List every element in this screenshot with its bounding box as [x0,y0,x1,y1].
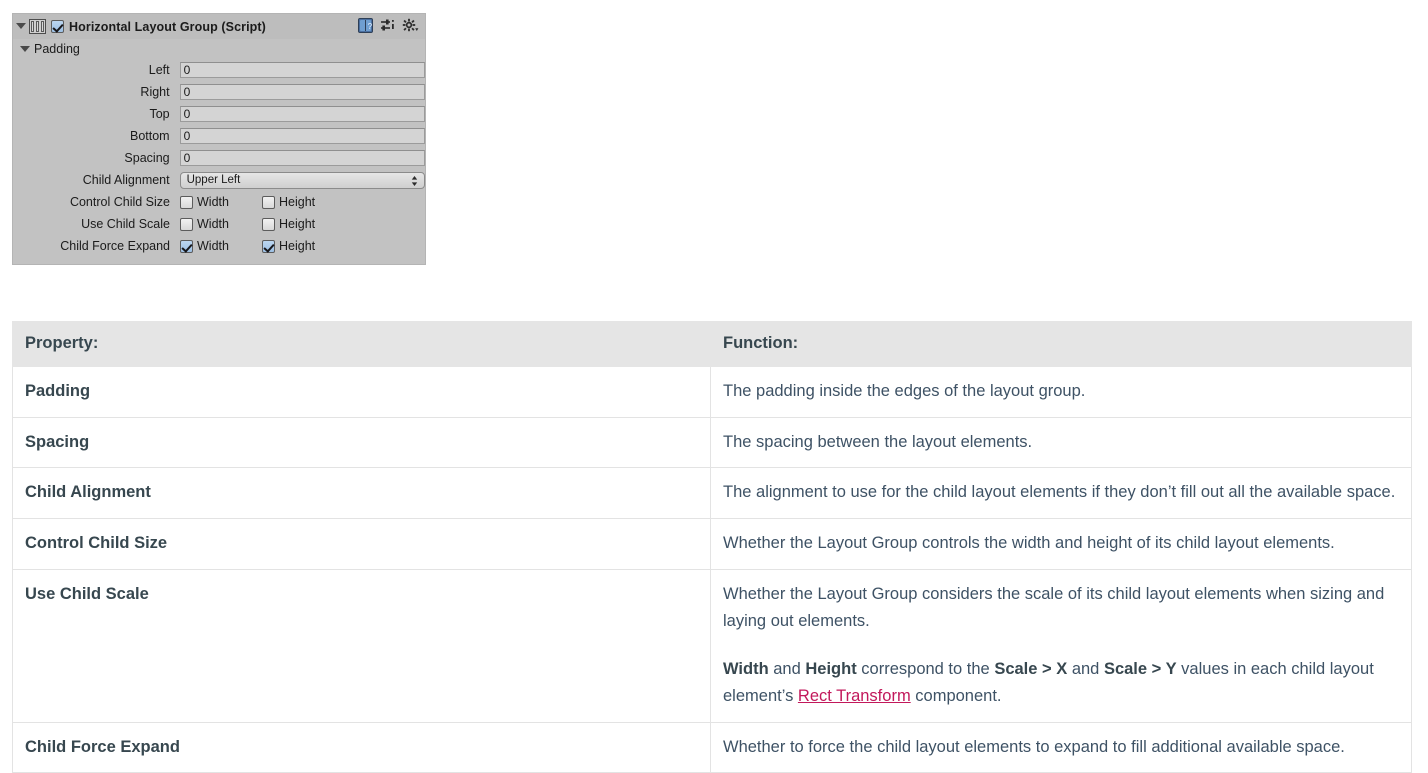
padding-left-input[interactable]: 0 [179,62,425,78]
child-force-expand-row: Child Force Expand Width Height [13,235,425,257]
svg-text:?: ? [368,22,373,31]
child-force-expand-width-toggle[interactable]: Width [180,239,262,253]
control-child-size-height-toggle[interactable]: Height [262,195,315,209]
child-alignment-label: Child Alignment [82,173,170,187]
row-function: The alignment to use for the child layou… [710,467,1412,520]
row-function: Whether to force the child layout elemen… [710,721,1412,773]
control-child-size-label: Control Child Size [69,195,170,209]
row-function: The spacing between the layout elements. [710,416,1412,469]
padding-left-row: Left 0 [13,59,425,81]
table-row: Control Child Size Whether the Layout Gr… [12,518,1412,570]
table-header-row: Property: Function: [12,321,1412,367]
preset-sliders-icon[interactable] [380,18,395,33]
checkbox-label: Width [197,239,229,253]
padding-left-label: Left [148,63,170,77]
component-header[interactable]: Horizontal Layout Group (Script) ? [13,14,425,39]
child-alignment-value: Upper Left [186,173,241,186]
table-row: Use Child Scale Whether the Layout Group… [12,568,1412,723]
header-icon-group: ? [358,18,419,33]
padding-bottom-label: Bottom [130,129,170,143]
bold-scale-y: Scale > Y [1103,660,1177,679]
updown-arrows-icon [411,175,418,186]
checkbox-label: Width [197,195,229,209]
header-function: Function: [710,321,1412,367]
text-component: component. [910,687,1002,706]
row-property: Child Alignment [12,467,711,520]
help-book-icon[interactable]: ? [358,18,373,33]
padding-bottom-row: Bottom 0 [13,125,425,147]
inspector-body: Padding Left 0 Right 0 Top 0 Bottom 0 Sp… [13,39,425,257]
checkbox-label: Height [279,239,316,253]
spacing-label: Spacing [124,151,170,165]
spacing-input[interactable]: 0 [179,150,425,166]
bold-width: Width [723,660,769,679]
row-property: Child Force Expand [12,721,711,773]
padding-top-input[interactable]: 0 [179,106,425,122]
table-row: Spacing The spacing between the layout e… [12,416,1412,469]
row-function-paragraph-2: Width and Height correspond to the Scale… [723,656,1399,709]
child-alignment-dropdown[interactable]: Upper Left [179,171,425,189]
use-child-scale-label: Use Child Scale [81,217,170,231]
row-property: Control Child Size [12,518,711,570]
bold-height: Height [805,660,857,679]
property-function-table: Property: Function: Padding The padding … [12,321,1412,773]
horizontal-layout-group-icon [29,19,46,34]
padding-right-row: Right 0 [13,81,425,103]
text-and-1: and [768,660,806,679]
control-child-size-width-toggle[interactable]: Width [180,195,262,209]
use-child-scale-toggles: Width Height [180,217,315,231]
checkbox[interactable] [180,217,193,231]
row-property: Spacing [12,416,711,469]
text-and-2: and [1067,660,1104,679]
table-row: Child Force Expand Whether to force the … [12,721,1412,773]
checkbox-label: Height [279,195,316,209]
rect-transform-link[interactable]: Rect Transform [798,687,911,705]
padding-group-label: Padding [34,42,80,56]
child-force-expand-height-toggle[interactable]: Height [262,239,315,253]
padding-bottom-input[interactable]: 0 [179,128,425,144]
triangle-down-icon[interactable] [16,21,27,32]
padding-foldout-row[interactable]: Padding [13,39,425,59]
use-child-scale-width-toggle[interactable]: Width [180,217,262,231]
row-function: Whether the Layout Group considers the s… [710,568,1412,723]
child-alignment-row: Child Alignment Upper Left [13,169,425,191]
table-row: Child Alignment The alignment to use for… [12,467,1412,520]
text-correspond: correspond to the [856,660,995,679]
child-force-expand-toggles: Width Height [180,239,315,253]
padding-top-label: Top [149,107,170,121]
checkbox-label: Width [197,217,229,231]
row-function-paragraph-1: Whether the Layout Group considers the s… [723,584,1385,630]
row-function: Whether the Layout Group controls the wi… [710,518,1412,570]
padding-top-row: Top 0 [13,103,425,125]
header-property: Property: [12,321,711,367]
padding-right-label: Right [140,85,170,99]
unity-inspector-panel: Horizontal Layout Group (Script) ? Paddi… [12,13,426,265]
checkbox[interactable] [180,195,193,209]
row-property: Padding [12,366,711,418]
row-function: The padding inside the edges of the layo… [710,366,1412,418]
use-child-scale-height-toggle[interactable]: Height [262,217,315,231]
spacing-row: Spacing 0 [13,147,425,169]
padding-right-input[interactable]: 0 [179,84,425,100]
component-title: Horizontal Layout Group (Script) [69,19,266,34]
checkbox[interactable] [262,217,275,231]
row-property: Use Child Scale [12,568,711,723]
component-enabled-checkbox[interactable] [51,20,64,33]
control-child-size-toggles: Width Height [180,195,315,209]
control-child-size-row: Control Child Size Width Height [13,191,425,213]
checkbox[interactable] [262,195,275,209]
use-child-scale-row: Use Child Scale Width Height [13,213,425,235]
child-force-expand-label: Child Force Expand [60,239,170,253]
checkbox[interactable] [180,239,193,253]
checkbox[interactable] [262,239,275,253]
bold-scale-x: Scale > X [994,660,1068,679]
triangle-down-icon[interactable] [20,44,31,55]
gear-dropdown-icon[interactable] [402,18,419,33]
table-row: Padding The padding inside the edges of … [12,366,1412,418]
checkbox-label: Height [279,217,316,231]
